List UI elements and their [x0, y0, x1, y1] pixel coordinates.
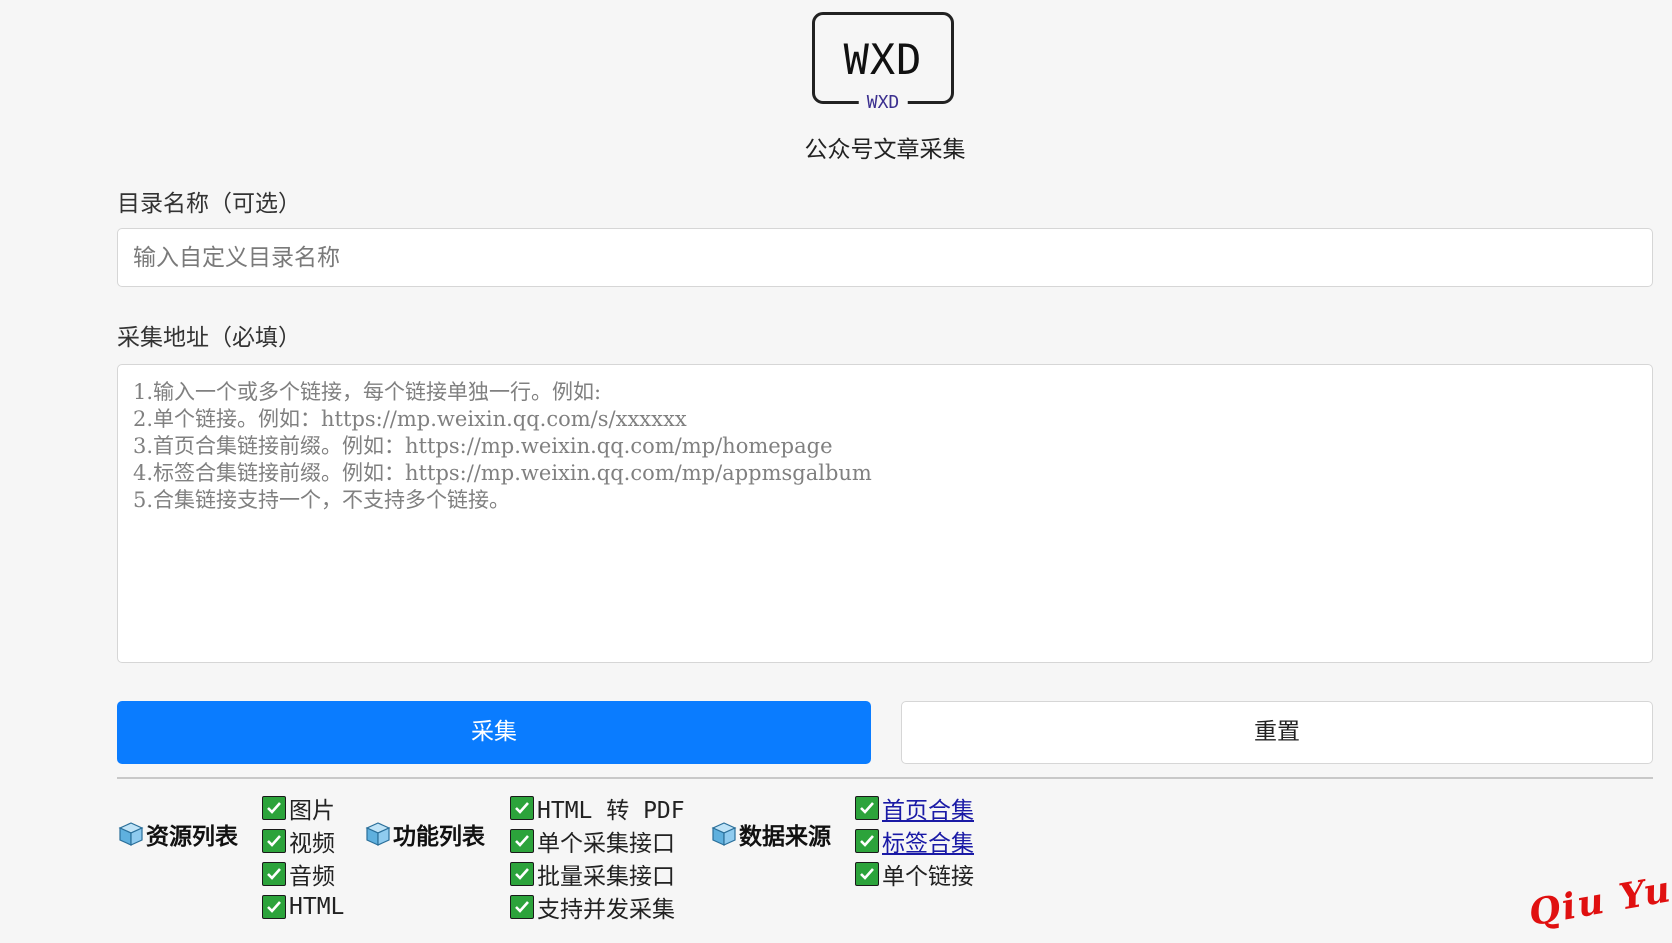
url-textarea[interactable]: [117, 364, 1653, 663]
list-item: 图片: [262, 791, 344, 824]
resources-list: 图片 视频 音频 HTML: [262, 791, 344, 923]
feature-single-api: 单个采集接口: [537, 830, 675, 857]
list-item: 单个采集接口: [510, 824, 685, 857]
sources-title: 数据来源: [739, 824, 831, 850]
checkmark-icon: [510, 828, 534, 853]
list-item: 首页合集: [855, 791, 974, 824]
checkmark-icon: [855, 795, 879, 820]
source-homepage-link[interactable]: 首页合集: [882, 791, 974, 825]
reset-button[interactable]: 重置: [901, 701, 1653, 764]
checkmark-icon: [855, 828, 879, 853]
divider: [117, 777, 1653, 779]
checkmark-icon: [510, 795, 534, 820]
feature-html-to-pdf: HTML 转 PDF: [537, 797, 685, 824]
list-item: 批量采集接口: [510, 857, 685, 890]
checkmark-icon: [262, 894, 286, 919]
feature-batch-api: 批量采集接口: [537, 863, 675, 890]
source-tag-link[interactable]: 标签合集: [882, 824, 974, 858]
list-item: 支持并发采集: [510, 890, 685, 923]
logo: WXD WXD: [812, 12, 954, 113]
checkmark-icon: [855, 861, 879, 886]
sources-heading: 数据来源: [711, 817, 831, 851]
checkmark-icon: [510, 894, 534, 919]
dir-name-input[interactable]: [117, 228, 1653, 287]
checkmark-icon: [510, 861, 534, 886]
checkmark-icon: [262, 861, 286, 886]
list-item: HTML 转 PDF: [510, 791, 685, 824]
dir-name-label: 目录名称（可选）: [117, 191, 301, 217]
resource-audio: 音频: [289, 863, 335, 890]
features-title: 功能列表: [393, 824, 485, 850]
features-heading: 功能列表: [365, 817, 485, 851]
cube-icon: [365, 822, 391, 846]
list-item: 单个链接: [855, 857, 974, 890]
page-subtitle: 公众号文章采集: [804, 137, 966, 163]
resource-image: 图片: [289, 797, 335, 824]
list-item: HTML: [262, 890, 344, 923]
sources-list: 首页合集 标签合集 单个链接: [855, 791, 974, 890]
resources-heading: 资源列表: [118, 817, 238, 851]
checkmark-icon: [262, 795, 286, 820]
cube-icon: [711, 822, 737, 846]
logo-text: WXD: [843, 35, 923, 84]
cube-icon: [118, 822, 144, 846]
list-item: 视频: [262, 824, 344, 857]
resource-video: 视频: [289, 830, 335, 857]
list-item: 音频: [262, 857, 344, 890]
logo-subtext: WXD: [858, 92, 908, 113]
resource-html: HTML: [289, 893, 345, 920]
checkmark-icon: [262, 828, 286, 853]
resources-title: 资源列表: [146, 824, 238, 850]
watermark: Qiu Yue: [1525, 863, 1672, 935]
collect-button[interactable]: 采集: [117, 701, 871, 764]
url-label: 采集地址（必填）: [117, 325, 301, 351]
feature-concurrent: 支持并发采集: [537, 896, 675, 923]
features-list: HTML 转 PDF 单个采集接口 批量采集接口 支持并发采集: [510, 791, 685, 923]
source-single-link: 单个链接: [882, 863, 974, 890]
list-item: 标签合集: [855, 824, 974, 857]
